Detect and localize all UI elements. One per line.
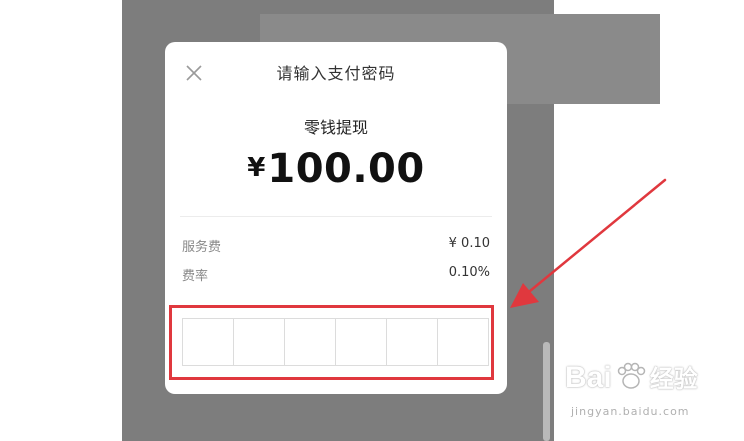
rate-value: 0.10% <box>448 265 490 280</box>
watermark-url: jingyan.baidu.com <box>571 405 690 418</box>
amount: ¥100.00 <box>165 146 507 192</box>
paw-icon <box>617 362 645 389</box>
annotation-highlight-box <box>169 305 494 380</box>
watermark-logo: Bai 经验 <box>565 361 698 394</box>
fee-row: 服务费 ¥ 0.10 <box>182 236 490 256</box>
dialog-title: 请输入支付密码 <box>276 64 396 83</box>
fee-value: ¥ 0.10 <box>448 236 490 251</box>
baidu-jingyan-watermark: Bai 经验 jingyan.baidu.com <box>565 355 740 435</box>
transaction-type: 零钱提现 <box>303 118 368 137</box>
divider <box>180 216 492 217</box>
amount-value: 100.00 <box>267 146 425 192</box>
rate-row: 费率 0.10% <box>182 265 490 285</box>
rate-label: 费率 <box>182 269 209 284</box>
scrollbar[interactable] <box>543 342 550 441</box>
fee-label: 服务费 <box>182 240 222 255</box>
currency-symbol: ¥ <box>247 153 266 183</box>
